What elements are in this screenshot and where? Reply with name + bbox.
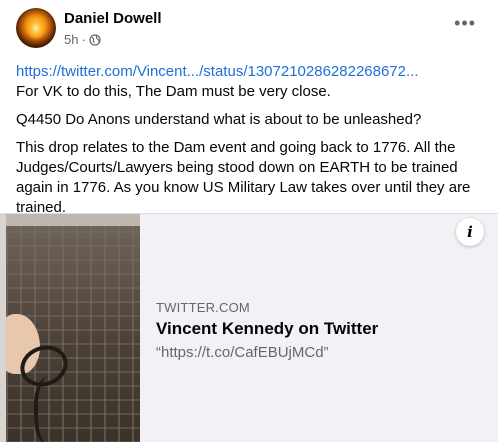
author-name[interactable]: Daniel Dowell <box>64 10 162 27</box>
preview-domain: TWITTER.COM <box>156 300 250 315</box>
post-text-line: This drop relates to the Dam event and g… <box>16 139 471 216</box>
more-horizontal-icon[interactable]: ••• <box>454 14 476 32</box>
video-cable <box>34 376 74 442</box>
globe-icon[interactable] <box>89 33 101 46</box>
preview-info[interactable]: TWITTER.COM Vincent Kennedy on Twitter “… <box>140 214 498 442</box>
preview-thumbnail[interactable] <box>0 214 140 442</box>
link-preview-card[interactable]: TWITTER.COM Vincent Kennedy on Twitter “… <box>0 213 498 442</box>
post-meta: 5h · <box>64 32 101 47</box>
shared-link[interactable]: https://twitter.com/Vincent.../status/13… <box>16 62 486 82</box>
post-body: https://twitter.com/Vincent.../status/13… <box>16 62 486 218</box>
preview-description: “https://t.co/CafEBUjMCd” <box>156 344 329 361</box>
info-icon[interactable]: i <box>456 218 484 246</box>
avatar-image <box>27 17 45 39</box>
post-text-line: Q4450 Do Anons understand what is about … <box>16 111 422 128</box>
post-timestamp[interactable]: 5h <box>64 32 78 47</box>
video-frame <box>6 226 140 442</box>
post-text-line: For VK to do this, The Dam must be very … <box>16 83 331 100</box>
preview-title[interactable]: Vincent Kennedy on Twitter <box>156 319 378 339</box>
author-avatar[interactable] <box>16 8 56 48</box>
facebook-post: Daniel Dowell 5h · ••• https://twitter.c… <box>0 0 498 442</box>
meta-separator: · <box>81 32 86 47</box>
